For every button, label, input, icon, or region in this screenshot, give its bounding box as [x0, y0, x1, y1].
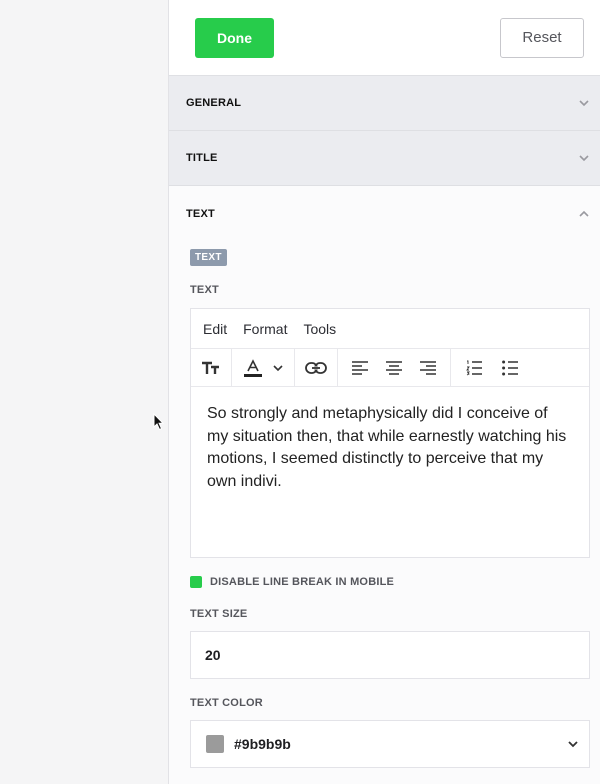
text-badge: TEXT — [190, 249, 227, 266]
bullet-list-icon[interactable] — [492, 353, 528, 383]
text-size-icon[interactable] — [196, 353, 226, 383]
disable-line-break-label: DISABLE LINE BREAK IN MOBILE — [210, 576, 395, 588]
editor-toolbar — [191, 348, 589, 387]
link-icon[interactable] — [301, 353, 331, 383]
done-button[interactable]: Done — [195, 17, 274, 58]
mouse-cursor-icon — [153, 413, 165, 431]
settings-panel: Done Reset GENERAL TITLE TEXT TEXT TEXT … — [168, 0, 600, 784]
chevron-down-icon — [568, 741, 578, 748]
color-swatch — [206, 735, 224, 753]
text-section-content: TEXT TEXT Edit Format Tools So strongly … — [169, 241, 600, 768]
chevron-down-icon — [579, 155, 589, 162]
menu-tools[interactable]: Tools — [303, 321, 336, 337]
reset-button[interactable]: Reset — [500, 17, 584, 58]
text-color-select[interactable]: #9b9b9b — [190, 720, 590, 768]
editor-content[interactable]: So strongly and metaphysically did I con… — [191, 387, 589, 557]
text-size-label: TEXT SIZE — [190, 608, 248, 620]
panel-topbar: Done Reset — [169, 0, 600, 76]
chevron-up-icon — [579, 210, 589, 217]
align-right-icon[interactable] — [411, 353, 445, 383]
text-color-value: #9b9b9b — [234, 736, 291, 752]
menu-format[interactable]: Format — [243, 321, 287, 337]
editor-menubar: Edit Format Tools — [191, 309, 589, 349]
font-color-icon[interactable] — [238, 353, 268, 383]
canvas-area — [0, 0, 168, 784]
menu-edit[interactable]: Edit — [203, 321, 227, 337]
text-size-input[interactable]: 20 — [190, 631, 590, 679]
chevron-down-icon — [579, 100, 589, 107]
section-title-label: TITLE — [186, 152, 218, 164]
text-field-label: TEXT — [190, 284, 219, 296]
section-text-label: TEXT — [186, 207, 215, 220]
rich-text-editor: Edit Format Tools So strongly and metaph… — [190, 308, 590, 558]
section-title[interactable]: TITLE — [169, 131, 600, 186]
disable-line-break-toggle[interactable]: DISABLE LINE BREAK IN MOBILE — [190, 576, 589, 588]
align-center-icon[interactable] — [377, 353, 411, 383]
section-general[interactable]: GENERAL — [169, 76, 600, 131]
text-color-label: TEXT COLOR — [190, 697, 263, 709]
numbered-list-icon[interactable] — [456, 353, 492, 383]
section-general-label: GENERAL — [186, 97, 242, 109]
chevron-down-icon[interactable] — [268, 353, 288, 383]
text-size-value: 20 — [205, 647, 221, 663]
align-left-icon[interactable] — [343, 353, 377, 383]
section-text[interactable]: TEXT — [169, 186, 600, 241]
disable-line-break-checkbox[interactable] — [190, 576, 202, 588]
